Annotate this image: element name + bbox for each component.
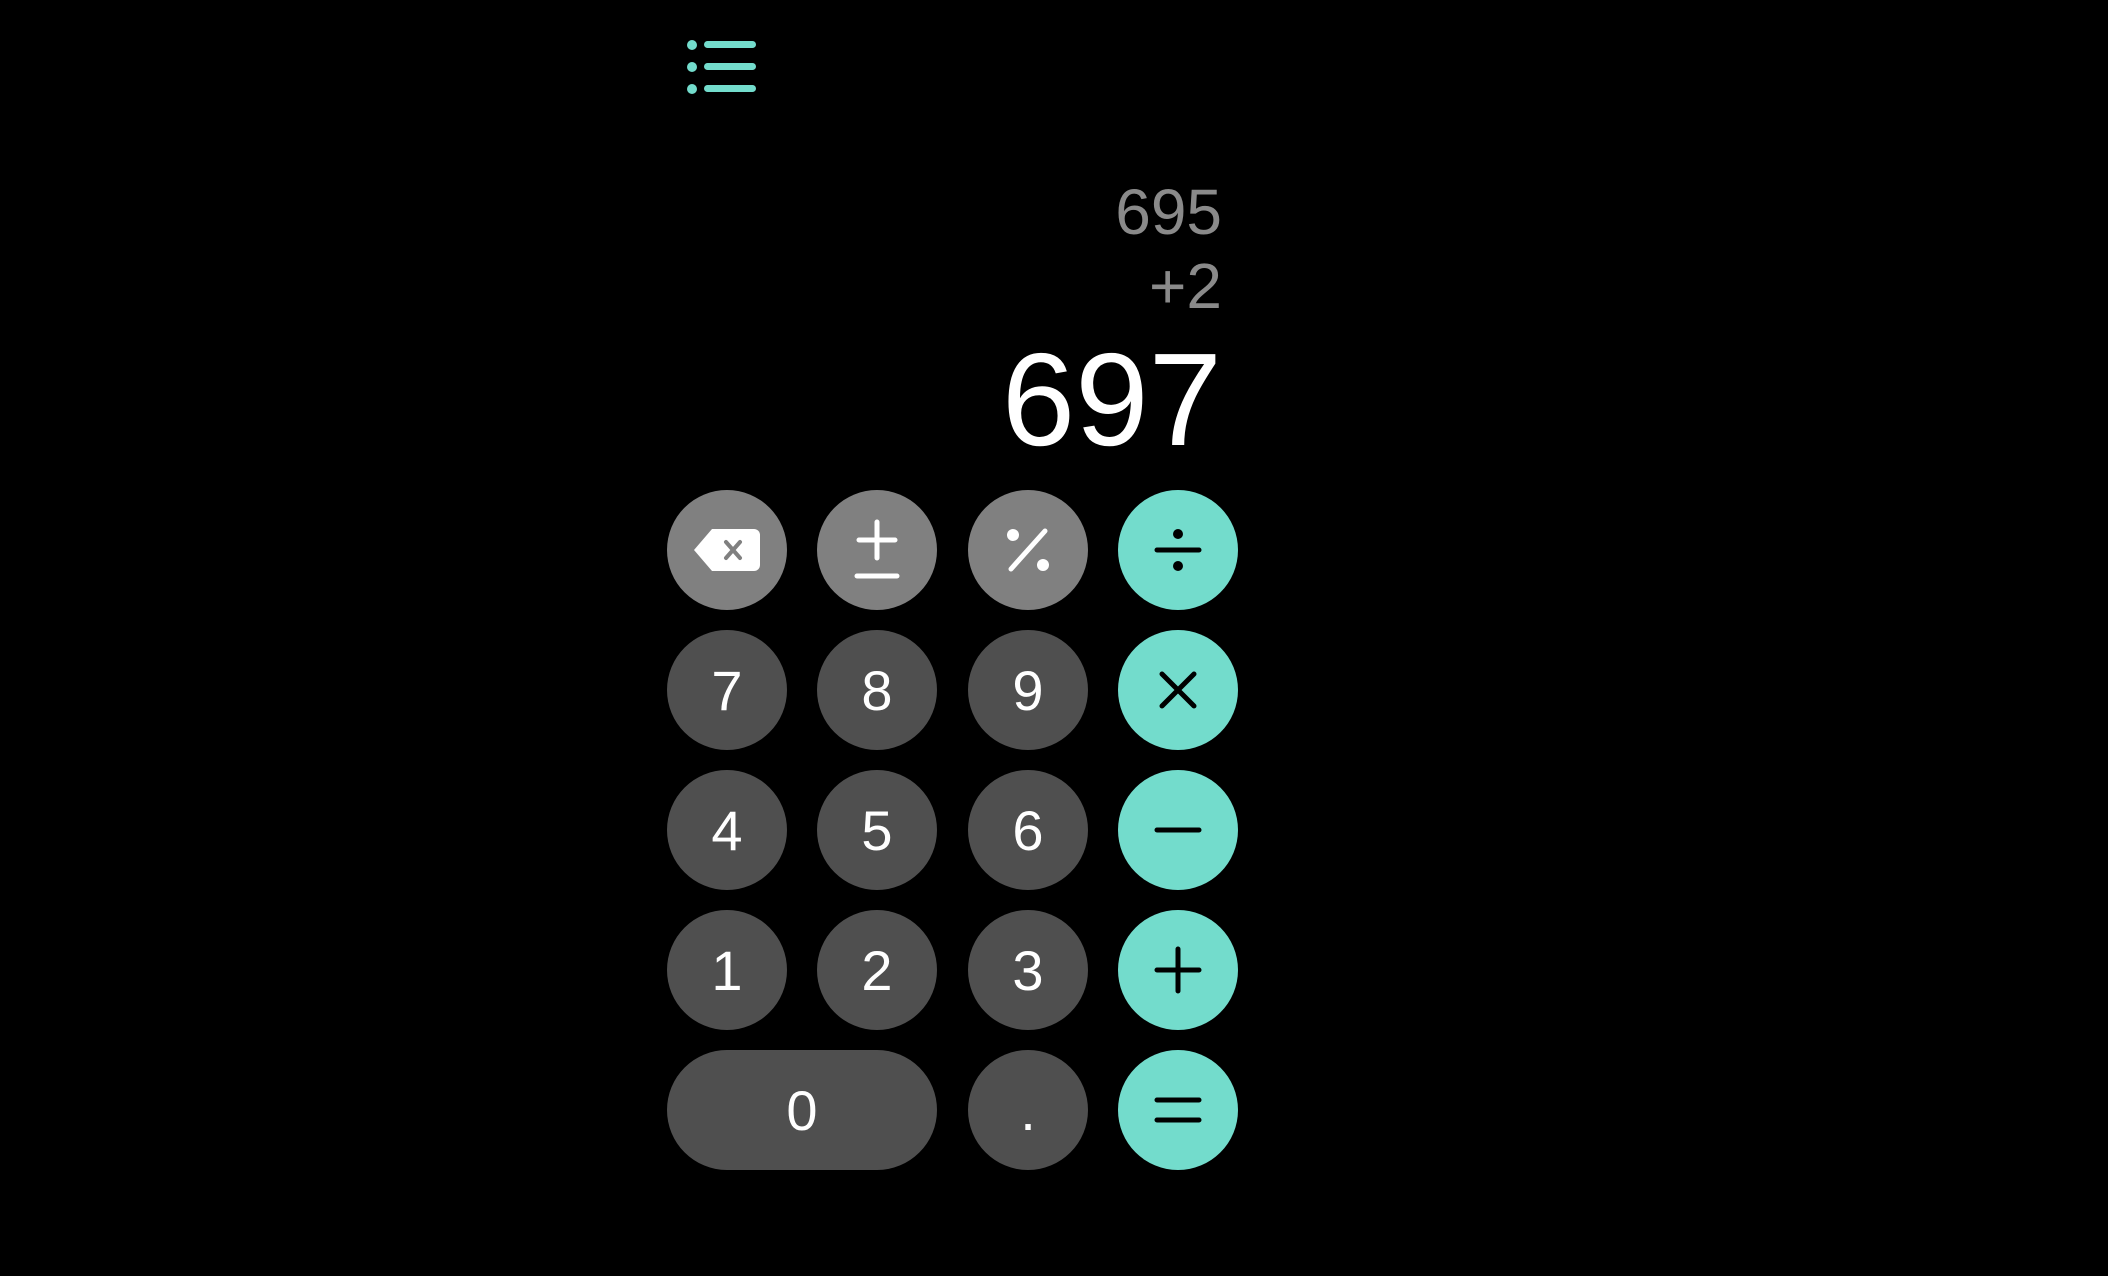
- digit-1-button[interactable]: 1: [667, 910, 787, 1030]
- history-operand: 695: [1115, 176, 1222, 248]
- subtract-button[interactable]: [1118, 770, 1238, 890]
- digit-3-button[interactable]: 3: [968, 910, 1088, 1030]
- plus-minus-icon: [854, 519, 900, 579]
- decimal-button[interactable]: .: [968, 1050, 1088, 1170]
- digit-8-button[interactable]: 8: [817, 630, 937, 750]
- digit-6-button[interactable]: 6: [968, 770, 1088, 890]
- add-button[interactable]: [1118, 910, 1238, 1030]
- divide-button[interactable]: [1118, 490, 1238, 610]
- divide-icon: [1154, 529, 1202, 571]
- digit-0-button[interactable]: 0: [667, 1050, 937, 1170]
- minus-icon: [1154, 827, 1202, 833]
- percent-button[interactable]: [968, 490, 1088, 610]
- digit-2-button[interactable]: 2: [817, 910, 937, 1030]
- history-operation: +2: [1149, 250, 1222, 322]
- plus-minus-button[interactable]: [817, 490, 937, 610]
- backspace-button[interactable]: [667, 490, 787, 610]
- list-bullet-icon[interactable]: [686, 36, 762, 98]
- multiply-icon: [1159, 671, 1197, 709]
- digit-4-button[interactable]: 4: [667, 770, 787, 890]
- result-display: 697: [1001, 326, 1222, 473]
- digit-5-button[interactable]: 5: [817, 770, 937, 890]
- multiply-button[interactable]: [1118, 630, 1238, 750]
- calculator-screen: 695 +2 697 7 8 9 4 5 6 1 2 3 0 .: [0, 0, 2108, 1276]
- delete-backward-icon: [694, 529, 760, 571]
- equals-icon: [1154, 1097, 1202, 1123]
- digit-7-button[interactable]: 7: [667, 630, 787, 750]
- digit-9-button[interactable]: 9: [968, 630, 1088, 750]
- equals-button[interactable]: [1118, 1050, 1238, 1170]
- plus-icon: [1154, 946, 1202, 994]
- percent-icon: [1007, 528, 1049, 572]
